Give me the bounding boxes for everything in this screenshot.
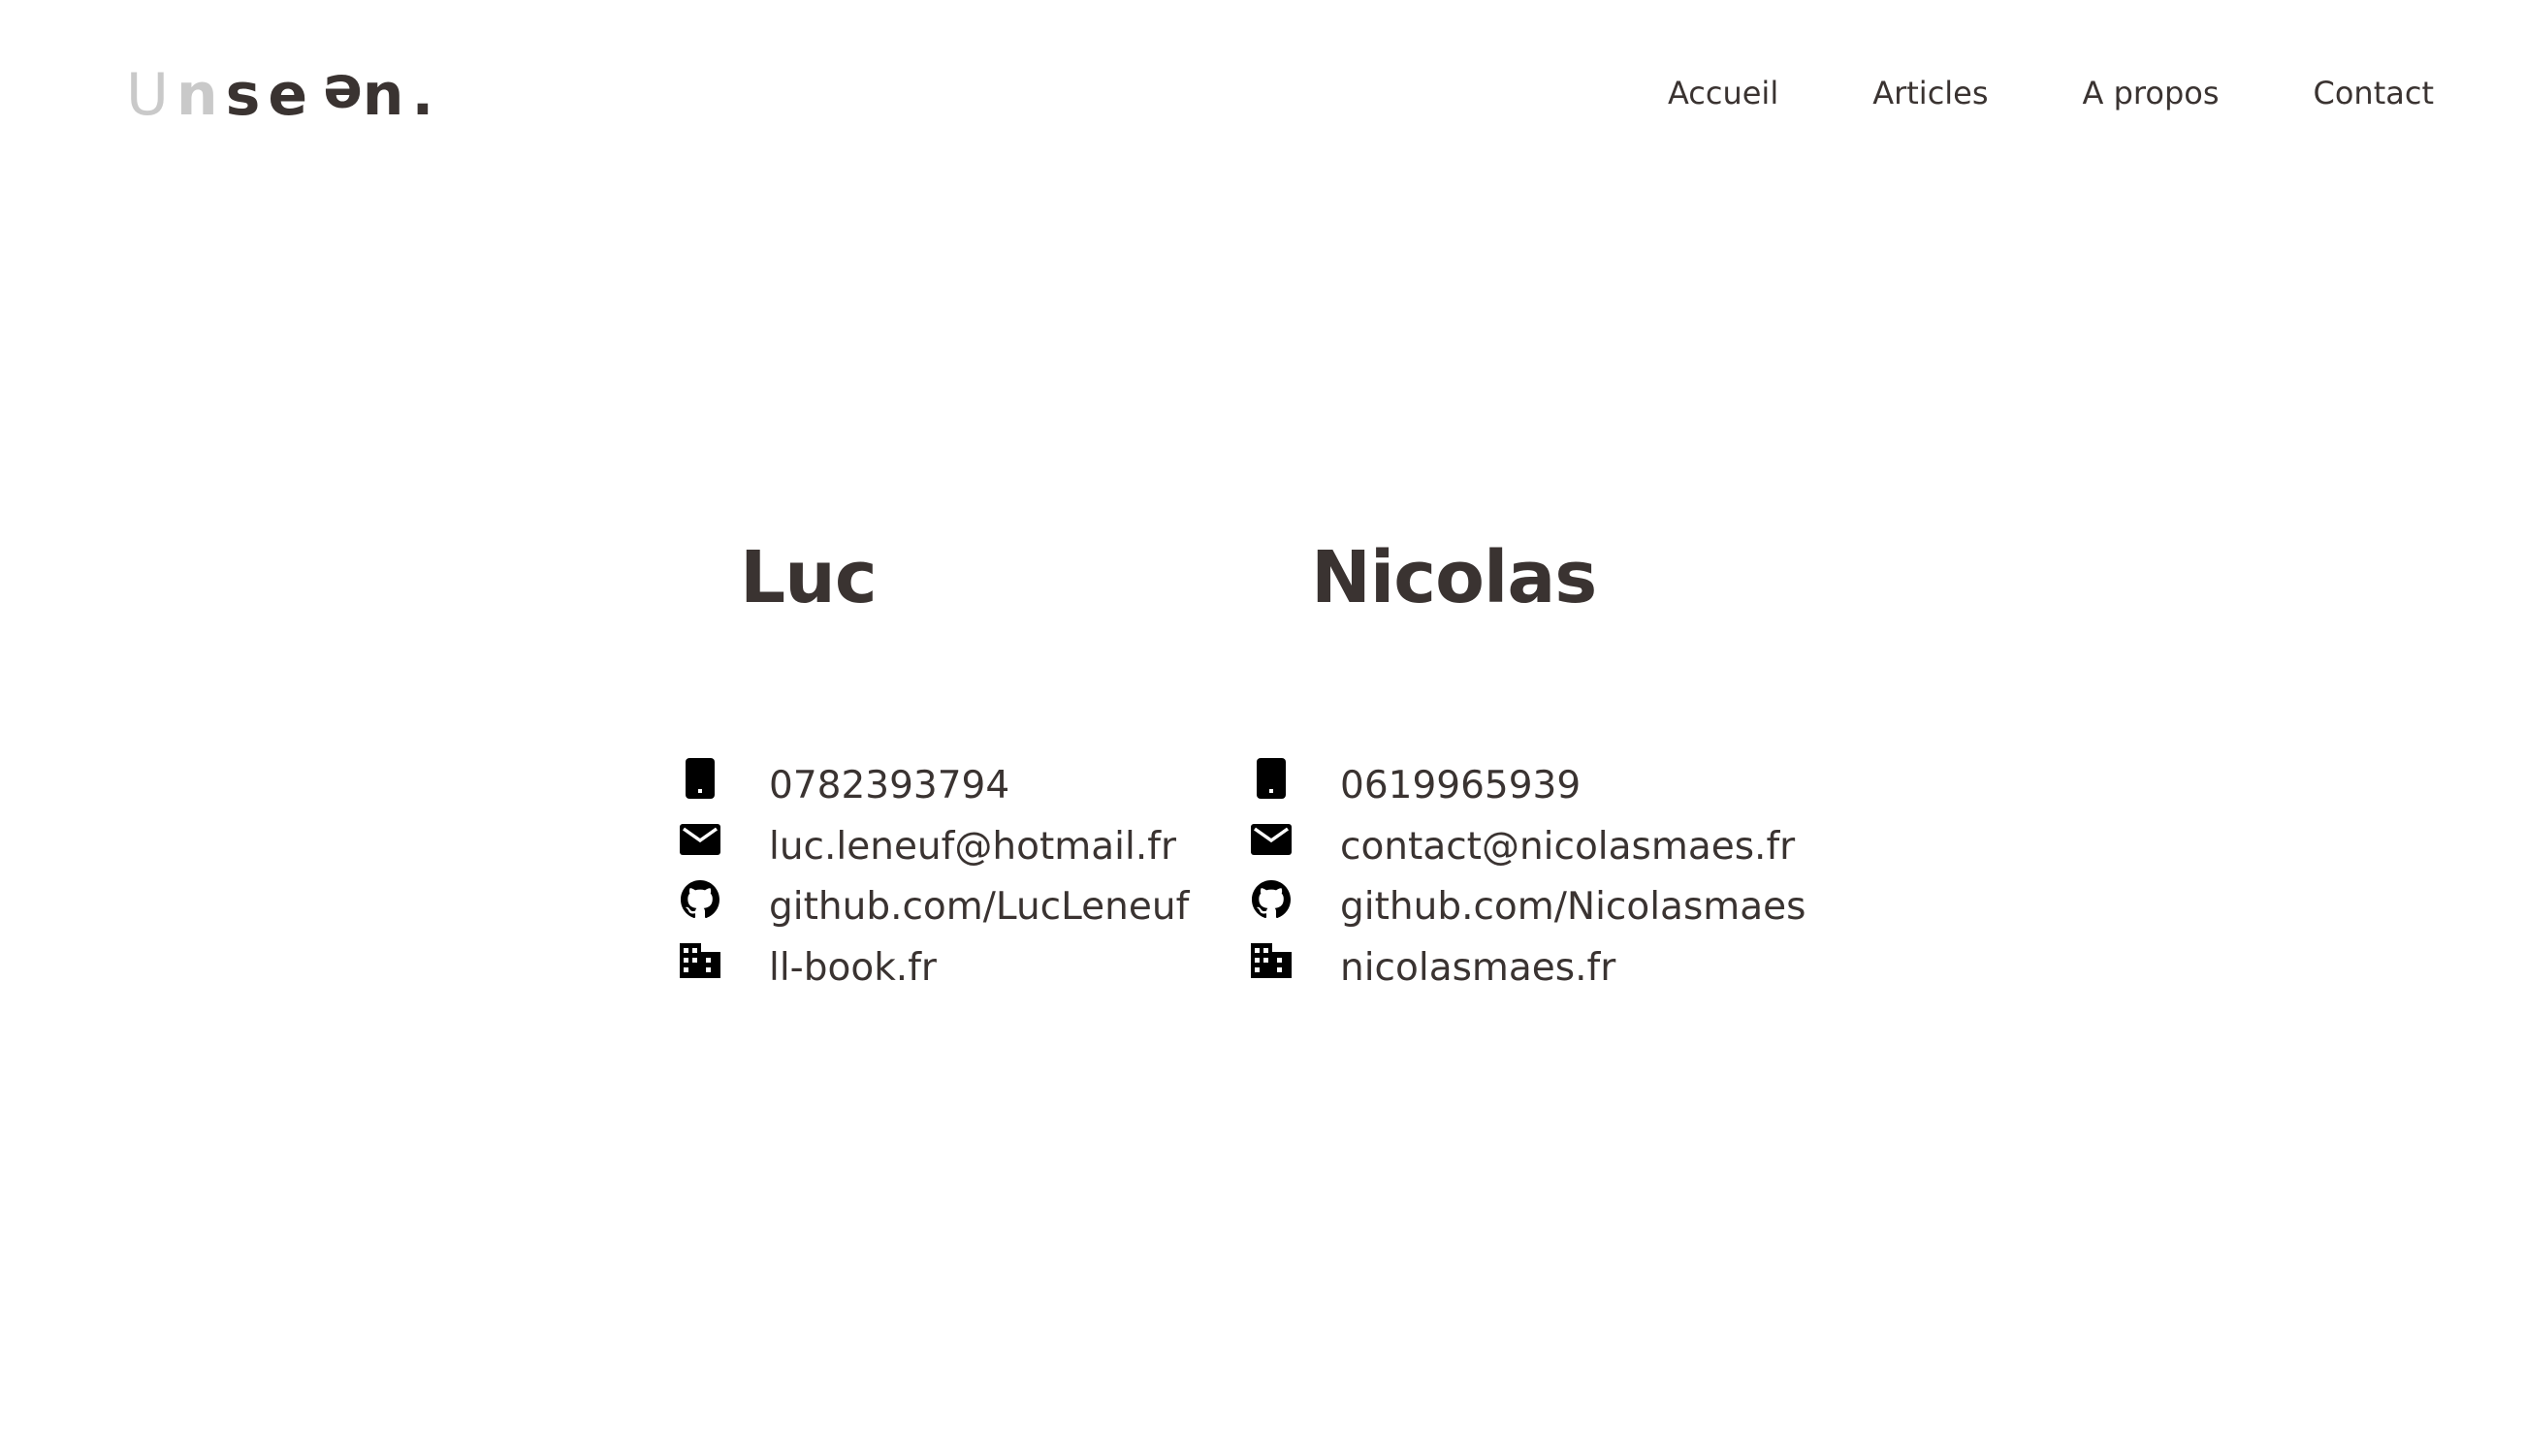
- email-link[interactable]: luc.leneuf@hotmail.fr: [769, 824, 1176, 870]
- contact-info-list: 0782393794 luc.leneuf@hotmail.fr github.…: [679, 756, 1189, 998]
- building-icon: [679, 939, 721, 982]
- envelope-icon: [679, 818, 721, 861]
- logo-letter: n: [362, 61, 412, 129]
- contact-github-row: github.com/Nicolasmaes: [1250, 877, 1806, 938]
- person-name: Nicolas: [1311, 536, 1597, 619]
- main-nav: Accueil Articles A propos Contact: [1574, 70, 2434, 116]
- contact-github-row: github.com/LucLeneuf: [679, 877, 1189, 938]
- nav-link-a-propos[interactable]: A propos: [2083, 70, 2220, 116]
- phone-number: 0782393794: [769, 764, 1010, 808]
- building-icon: [1250, 939, 1293, 982]
- phone-number: 0619965939: [1340, 764, 1582, 808]
- person-name: Luc: [740, 536, 878, 619]
- phone-icon: [679, 757, 721, 800]
- phone-icon: [1250, 757, 1293, 800]
- site-header: Unseen. Accueil Articles A propos Contac…: [0, 0, 2525, 194]
- logo-letter: n: [176, 61, 226, 129]
- logo-letter: s: [225, 61, 269, 129]
- logo-letter: e: [268, 61, 316, 129]
- logo-letter: e: [315, 61, 363, 129]
- contact-email-row: contact@nicolasmaes.fr: [1250, 817, 1806, 878]
- nav-link-articles[interactable]: Articles: [1872, 70, 1988, 116]
- github-link[interactable]: github.com/Nicolasmaes: [1340, 884, 1806, 931]
- github-icon: [679, 878, 721, 921]
- nav-link-contact[interactable]: Contact: [2314, 70, 2435, 116]
- contact-phone-row: 0619965939: [1250, 756, 1806, 817]
- envelope-icon: [1250, 818, 1293, 861]
- website-link[interactable]: nicolasmaes.fr: [1340, 945, 1615, 992]
- contact-email-row: luc.leneuf@hotmail.fr: [679, 817, 1189, 878]
- site-logo[interactable]: Unseen.: [126, 60, 434, 129]
- github-icon: [1250, 878, 1293, 921]
- contact-card-luc: Luc 0782393794 luc.leneuf@hotmail.fr git…: [679, 531, 1189, 990]
- contact-website-row: ll-book.fr: [679, 938, 1189, 999]
- logo-letter: U: [126, 61, 176, 129]
- contact-phone-row: 0782393794: [679, 756, 1189, 817]
- github-link[interactable]: github.com/LucLeneuf: [769, 884, 1189, 931]
- contact-website-row: nicolasmaes.fr: [1250, 938, 1806, 999]
- email-link[interactable]: contact@nicolasmaes.fr: [1340, 824, 1795, 870]
- logo-letter: .: [411, 61, 434, 129]
- website-link[interactable]: ll-book.fr: [769, 945, 937, 992]
- contact-info-list: 0619965939 contact@nicolasmaes.fr github…: [1250, 756, 1806, 998]
- contact-card-nicolas: Nicolas 0619965939 contact@nicolasmaes.f…: [1250, 531, 1806, 990]
- nav-link-accueil[interactable]: Accueil: [1668, 70, 1778, 116]
